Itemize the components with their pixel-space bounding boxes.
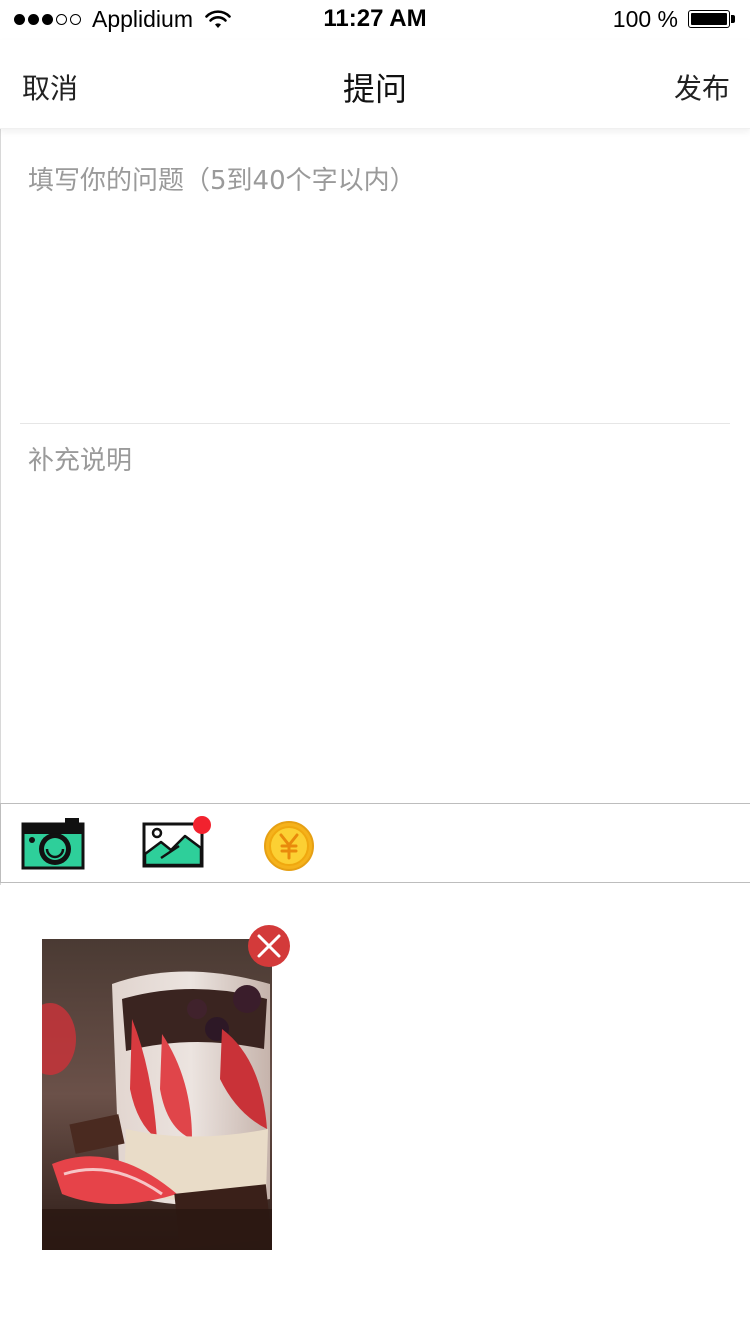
close-icon (257, 934, 281, 958)
status-bar: Applidium 11:27 AM 100 % (0, 0, 750, 40)
remove-attachment-button[interactable] (248, 925, 290, 967)
attachment-item (42, 925, 290, 1250)
battery-percent: 100 % (612, 6, 678, 32)
navigation-bar: 取消 提问 发布 (0, 40, 750, 129)
notification-badge (193, 816, 211, 834)
publish-button[interactable]: 发布 (674, 67, 730, 107)
battery-icon (688, 9, 736, 30)
battery-group: 100 % (613, 6, 736, 33)
camera-button[interactable] (21, 816, 85, 872)
yuan-coin-icon (264, 821, 314, 871)
page-title: 提问 (342, 70, 407, 108)
attachment-toolbar (0, 803, 750, 883)
camera-icon (21, 818, 85, 870)
field-divider (20, 423, 730, 424)
form-left-border (0, 128, 1, 885)
question-input[interactable] (28, 160, 718, 400)
image-picker-button[interactable] (141, 816, 211, 872)
reward-button[interactable] (263, 816, 327, 872)
photo-thumbnail[interactable] (42, 939, 272, 1250)
description-input[interactable] (28, 440, 718, 770)
